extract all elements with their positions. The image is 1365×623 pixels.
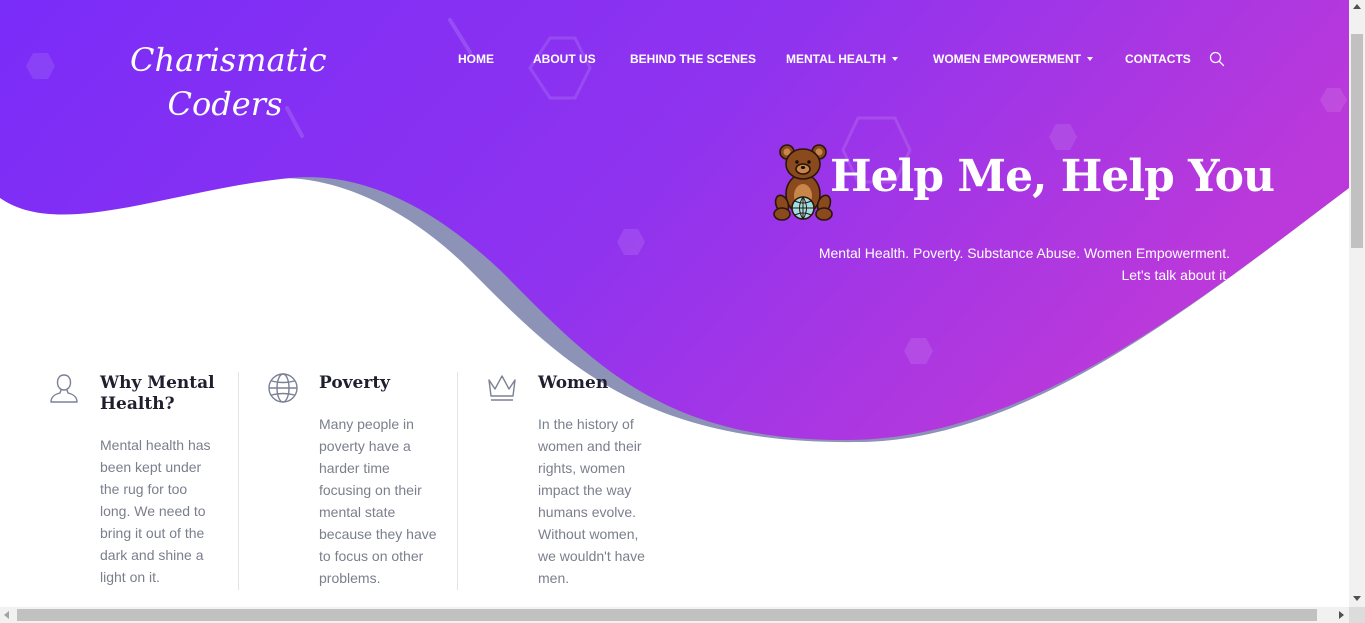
- feature-text-line: rights, women: [538, 460, 626, 476]
- page: Charismatic Coders HOME ABOUT US BEHIND …: [0, 0, 1349, 607]
- brand-logo[interactable]: Charismatic Coders: [130, 38, 327, 126]
- feature-text: Many people in poverty have a harder tim…: [319, 413, 459, 589]
- feature-text-line: long. We need to: [100, 503, 206, 519]
- nav-women-empowerment[interactable]: WOMEN EMPOWERMENT: [933, 50, 1093, 68]
- feature-text-line: focusing on their: [319, 482, 422, 498]
- feature-text-line: mental state: [319, 504, 396, 520]
- brand-line-1: Charismatic: [130, 41, 327, 79]
- feature-text-line: we wouldn't have: [538, 548, 645, 564]
- globe-icon: [268, 373, 298, 403]
- feature-text-line: poverty have a: [319, 438, 411, 454]
- search-icon[interactable]: [1209, 51, 1225, 67]
- brand-line-2: Coders: [167, 85, 283, 123]
- scroll-down-arrow-icon[interactable]: [1353, 596, 1361, 601]
- teddy-bear-with-globe-icon: [773, 144, 833, 221]
- feature-text-line: because they have: [319, 526, 437, 542]
- feature-text-line: bring it out of the: [100, 525, 205, 541]
- nav-about-us-label: ABOUT US: [533, 52, 596, 66]
- feature-text-line: harder time: [319, 460, 390, 476]
- feature-text-line: humans evolve.: [538, 504, 637, 520]
- feature-text-line: men.: [538, 570, 570, 586]
- scroll-up-arrow-icon[interactable]: [1353, 4, 1361, 9]
- feature-text: In the history of women and their rights…: [538, 413, 678, 589]
- horizontal-scrollbar[interactable]: [0, 607, 1349, 623]
- nav-mental-health-label: MENTAL HEALTH: [786, 52, 886, 66]
- chevron-down-icon: [892, 56, 898, 61]
- scrollbar-corner: [1349, 607, 1365, 623]
- feature-text-line: In the history of: [538, 416, 634, 432]
- feature-text-line: light on it.: [100, 569, 160, 585]
- feature-title-line-1: Poverty: [319, 373, 391, 393]
- feature-text-line: Without women,: [538, 526, 639, 542]
- scroll-left-arrow-icon[interactable]: [4, 611, 9, 619]
- feature-text-line: to focus on other: [319, 548, 424, 564]
- feature-title: Women: [538, 373, 668, 394]
- nav-mental-health[interactable]: MENTAL HEALTH: [786, 50, 898, 68]
- feature-divider: [457, 372, 458, 590]
- nav-home-label: HOME: [458, 52, 494, 66]
- feature-title: Why Mental Health?: [100, 373, 230, 415]
- feature-text-line: impact the way: [538, 482, 632, 498]
- feature-divider: [238, 372, 239, 590]
- feature-text-line: the rug for too: [100, 481, 188, 497]
- hero-subtitle-line-2: Let's talk about it.: [1121, 267, 1230, 283]
- feature-text: Mental health has been kept under the ru…: [100, 434, 240, 588]
- scroll-right-arrow-icon[interactable]: [1339, 611, 1344, 619]
- nav-about-us[interactable]: ABOUT US: [533, 50, 596, 68]
- hero-title: Help Me, Help You: [830, 151, 1275, 202]
- hero-subtitle-line-1: Mental Health. Poverty. Substance Abuse.…: [818, 245, 1230, 261]
- user-icon: [50, 374, 78, 403]
- nav-contacts-label: CONTACTS: [1125, 52, 1191, 66]
- nav-behind-the-scenes[interactable]: BEHIND THE SCENES: [630, 50, 756, 68]
- feature-title-line-1: Why Mental: [100, 373, 215, 393]
- chevron-down-icon: [1087, 56, 1093, 61]
- crown-icon: [488, 375, 516, 401]
- horizontal-scroll-thumb[interactable]: [17, 609, 1317, 621]
- nav-behind-the-scenes-label: BEHIND THE SCENES: [630, 52, 757, 66]
- feature-text-line: Many people in: [319, 416, 414, 432]
- vertical-scroll-thumb[interactable]: [1351, 34, 1363, 248]
- feature-text-line: Mental health has: [100, 437, 211, 453]
- hero-subtitle: Mental Health. Poverty. Substance Abuse.…: [780, 242, 1230, 286]
- vertical-scrollbar[interactable]: [1349, 0, 1365, 607]
- feature-title: Poverty: [319, 373, 449, 394]
- nav-contacts[interactable]: CONTACTS: [1125, 50, 1191, 68]
- feature-text-line: been kept under: [100, 459, 202, 475]
- feature-text-line: dark and shine a: [100, 547, 204, 563]
- feature-title-line-1: Women: [538, 373, 609, 393]
- nav-women-empowerment-label: WOMEN EMPOWERMENT: [933, 52, 1081, 66]
- feature-title-line-2: Health?: [100, 394, 175, 414]
- feature-text-line: problems.: [319, 570, 381, 586]
- nav-home[interactable]: HOME: [458, 50, 494, 68]
- feature-text-line: women and their: [538, 438, 642, 454]
